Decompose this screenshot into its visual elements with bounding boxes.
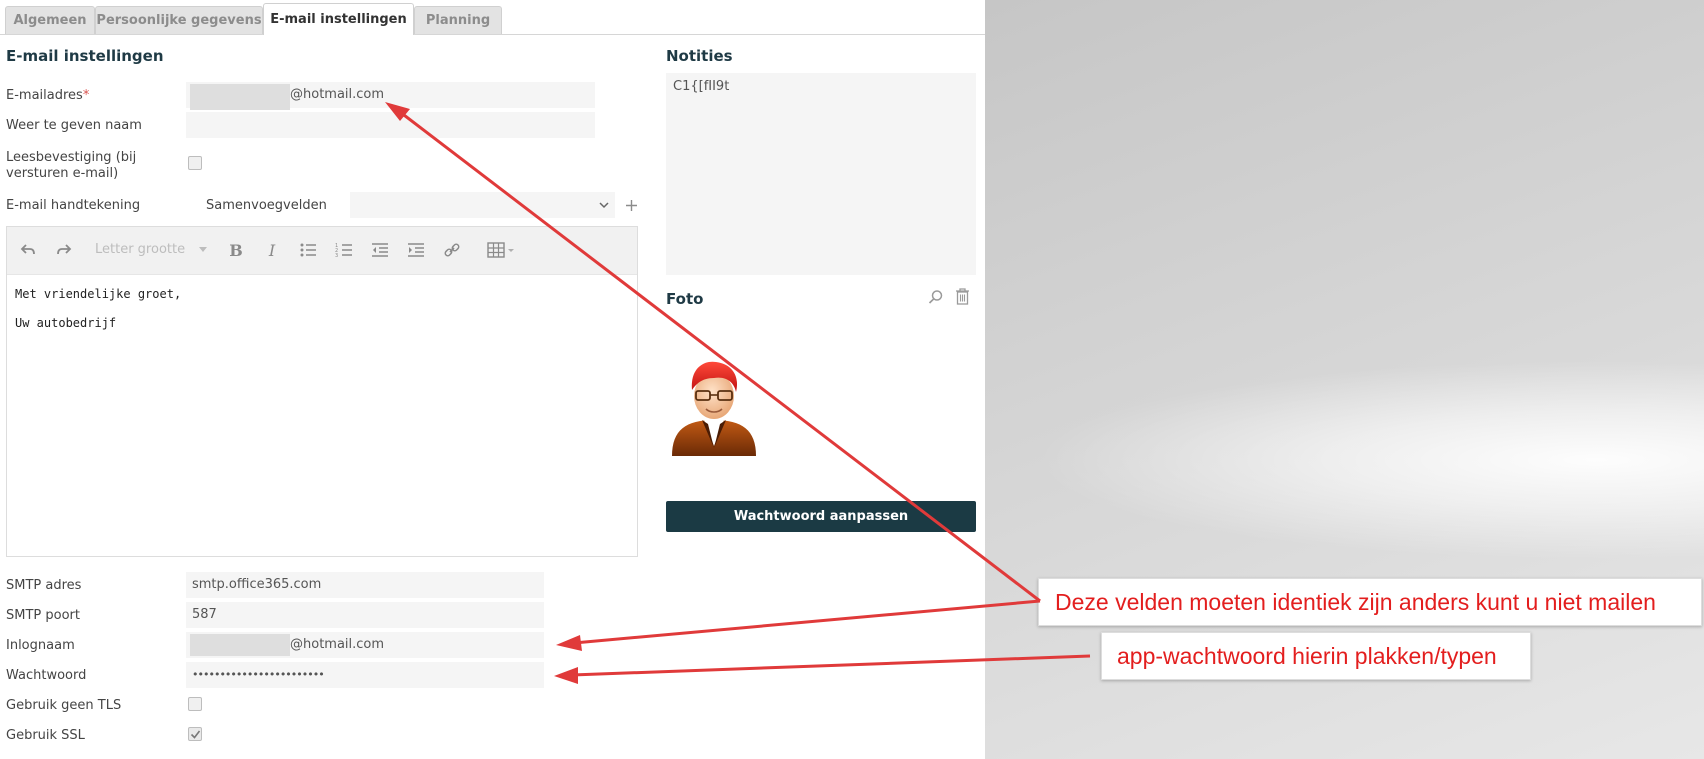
caret-down-icon (199, 247, 208, 252)
outdent-icon[interactable] (369, 241, 391, 261)
font-size-dropdown[interactable]: Letter grootte (95, 242, 208, 257)
avatar (672, 361, 756, 456)
section-title-email: E-mail instellingen (6, 47, 164, 65)
login-name-label: Inlognaam (6, 638, 75, 653)
table-icon[interactable] (485, 241, 519, 261)
chevron-down-icon (599, 202, 609, 209)
smtp-port-label: SMTP poort (6, 608, 80, 623)
display-name-field[interactable] (186, 112, 595, 138)
bold-icon[interactable]: B (225, 241, 247, 261)
indent-icon[interactable] (405, 241, 427, 261)
trash-icon[interactable] (955, 288, 970, 305)
read-receipt-checkbox[interactable] (188, 156, 202, 170)
tab-planning[interactable]: Planning (414, 6, 502, 34)
no-tls-label: Gebruik geen TLS (6, 698, 122, 713)
redacted-login-part (190, 634, 290, 656)
redo-icon[interactable] (53, 241, 75, 261)
tab-email-instellingen[interactable]: E-mail instellingen (263, 3, 414, 35)
redacted-email-part (190, 84, 290, 110)
smtp-address-label: SMTP adres (6, 578, 82, 593)
editor-line-2: Uw autobedrijf (15, 316, 117, 330)
editor-toolbar: Letter grootte B I 123 (7, 227, 637, 275)
no-tls-checkbox[interactable] (188, 697, 202, 711)
signature-editor[interactable]: Letter grootte B I 123 Met vriendelijke … (6, 226, 638, 557)
signature-label: E-mail handtekening (6, 198, 141, 213)
editor-line-1: Met vriendelijke groet, (15, 287, 182, 301)
bullet-list-icon[interactable] (297, 241, 319, 261)
change-password-button[interactable]: Wachtwoord aanpassen (666, 501, 976, 532)
ssl-label: Gebruik SSL (6, 728, 85, 743)
notes-textarea[interactable]: C1{[fII9t (666, 73, 976, 275)
password-field[interactable]: •••••••••••••••••••••••• (186, 662, 544, 688)
notes-title: Notities (666, 47, 733, 65)
email-label: E-mailadres* (6, 88, 90, 103)
display-name-label: Weer te geven naam (6, 118, 142, 133)
tab-persoonlijke-gegevens[interactable]: Persoonlijke gegevens (95, 6, 263, 34)
ssl-checkbox[interactable] (188, 727, 202, 741)
link-icon[interactable] (441, 241, 463, 261)
tab-algemeen[interactable]: Algemeen (5, 6, 95, 34)
user-settings-form: Algemeen Persoonlijke gegevens E-mail in… (0, 0, 985, 759)
read-receipt-label: Leesbevestiging (bij versturen e-mail) (6, 150, 137, 181)
merge-fields-select[interactable] (350, 192, 615, 218)
merge-fields-label: Samenvoegvelden (206, 198, 327, 213)
search-icon[interactable] (928, 289, 944, 305)
photo-title: Foto (666, 290, 704, 308)
add-icon[interactable] (625, 199, 638, 212)
smtp-port-field[interactable]: 587 (186, 602, 544, 628)
undo-icon[interactable] (17, 241, 39, 261)
required-star: * (82, 88, 90, 103)
checkmark-icon (190, 730, 201, 739)
tab-bar: Algemeen Persoonlijke gegevens E-mail in… (0, 0, 985, 35)
smtp-address-field[interactable]: smtp.office365.com (186, 572, 544, 598)
password-label: Wachtwoord (6, 668, 87, 683)
callout-app-password: app-wachtwoord hierin plakken/typen (1101, 632, 1531, 680)
callout-identical-fields: Deze velden moeten identiek zijn anders … (1038, 578, 1702, 626)
italic-icon[interactable]: I (261, 241, 283, 261)
svg-text:3: 3 (335, 253, 338, 259)
numbered-list-icon[interactable]: 123 (333, 241, 355, 261)
